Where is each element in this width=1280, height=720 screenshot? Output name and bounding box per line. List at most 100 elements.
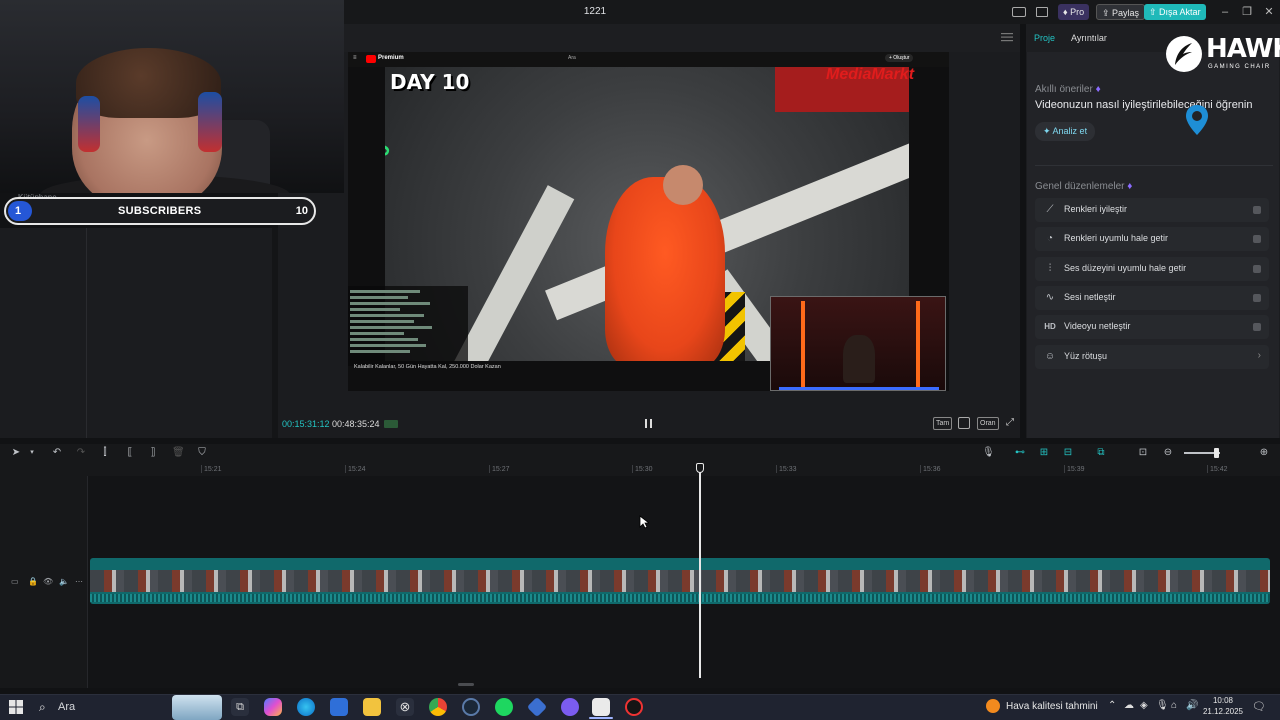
chevron-up-icon[interactable]: ⌃	[1108, 700, 1116, 711]
toggle-switch[interactable]	[1253, 294, 1261, 302]
location-pin-icon	[1186, 105, 1208, 135]
clock-time[interactable]: 10:08	[1205, 696, 1241, 705]
snapshot-icon[interactable]	[958, 417, 970, 429]
streamer-cam-inset	[770, 296, 946, 391]
pause-button[interactable]	[644, 418, 654, 429]
snap-icon[interactable]: ⊟	[1062, 447, 1074, 459]
pro-button[interactable]: ♦ Pro	[1058, 4, 1090, 20]
chevron-down-icon[interactable]: ▾	[26, 447, 38, 459]
network-icon[interactable]: ⌂	[1171, 700, 1177, 711]
maximize-icon[interactable]: ❐	[1236, 4, 1258, 20]
weather-icon[interactable]	[986, 699, 1000, 713]
toggle-switch[interactable]	[1253, 206, 1261, 214]
xbox-icon[interactable]: ⊗	[396, 698, 414, 716]
analyze-button[interactable]: ✦ Analiz et	[1035, 122, 1095, 141]
obs-icon[interactable]	[625, 698, 643, 716]
layout-icon[interactable]	[1012, 7, 1026, 17]
close-icon[interactable]: ✕	[1258, 4, 1280, 20]
taskbar-search[interactable]: Ara	[58, 701, 75, 713]
mail-icon[interactable]	[330, 698, 348, 716]
discord-icon[interactable]	[561, 698, 579, 716]
face-retouch-icon: ☺	[1044, 351, 1056, 362]
mouse-cursor-icon	[639, 515, 649, 529]
fullscreen-icon[interactable]: ⤢	[1006, 417, 1018, 429]
hawk-sub: GAMING CHAIR	[1208, 64, 1271, 70]
lock-icon[interactable]: 🔒	[28, 577, 38, 586]
copilot-icon[interactable]	[264, 698, 282, 716]
tab-details[interactable]: Ayrıntılar	[1071, 33, 1107, 43]
active-app-indicator	[589, 717, 613, 719]
edge-icon[interactable]	[297, 698, 315, 716]
trim-right-icon[interactable]: ⟧	[147, 447, 159, 459]
media-panel	[0, 228, 272, 438]
spotify-icon[interactable]	[495, 698, 513, 716]
file-explorer-icon[interactable]	[363, 698, 381, 716]
volume-sliders-icon: ⫶	[1048, 263, 1052, 274]
export-button[interactable]: ⇧ Dışa Aktar	[1144, 4, 1206, 20]
color-match-icon: ◔	[1046, 233, 1054, 244]
windows-start-icon[interactable]	[9, 700, 23, 714]
task-view-icon[interactable]: ⧉	[231, 698, 249, 716]
trim-left-icon[interactable]: ⟦	[124, 447, 136, 459]
item-match-volume[interactable]: ⫶ Ses düzeyini uyumlu hale getir	[1035, 257, 1269, 281]
item-face-retouch[interactable]: ☺ Yüz rötuşu ›	[1035, 345, 1269, 369]
speaker-icon[interactable]: 🔈	[59, 577, 69, 586]
toggle-switch[interactable]	[1253, 323, 1261, 331]
video-preview[interactable]: ≡ Premium Ara + Oluştur 0,000 DAY 10 Med…	[348, 52, 949, 391]
select-tool-icon[interactable]: ➤	[10, 447, 22, 459]
undo-icon[interactable]: ↶	[51, 447, 63, 459]
chrome-icon[interactable]	[429, 698, 447, 716]
tray-app-icon[interactable]: ◈	[1140, 700, 1148, 711]
day-label: DAY 10	[390, 70, 470, 94]
split-icon[interactable]: ⫿	[99, 447, 111, 459]
zoom-fit-icon[interactable]: ⊕	[1258, 447, 1270, 459]
shield-icon[interactable]: ⛉	[196, 447, 208, 459]
weather-label[interactable]: Hava kalitesi tahmini	[1006, 701, 1098, 712]
subscribers-count: 10	[295, 205, 308, 217]
link-clips-icon[interactable]: ⊷	[1014, 447, 1026, 459]
live-chat-overlay	[348, 286, 468, 366]
delete-icon[interactable]: 🗑	[172, 447, 185, 459]
playhead-handle[interactable]	[696, 463, 704, 473]
track-lock-icon[interactable]: ⧉	[1095, 447, 1107, 459]
search-icon[interactable]: ⌕	[39, 700, 46, 715]
redo-icon[interactable]: ↷	[75, 447, 87, 459]
total-time: 00:48:35:24	[332, 419, 380, 429]
panel-icon[interactable]	[1036, 7, 1048, 17]
window-title: 1221	[583, 6, 607, 17]
full-quality-button[interactable]: Tam	[933, 417, 953, 430]
toggle-switch[interactable]	[1253, 235, 1261, 243]
track-thumbnail-icon[interactable]: ▭	[11, 577, 19, 586]
timeline-scrollbar[interactable]	[458, 683, 474, 686]
share-button[interactable]: ⇪ Paylaş	[1096, 4, 1146, 20]
zoom-out-icon[interactable]: ⊖	[1162, 447, 1174, 459]
steam-icon[interactable]	[462, 698, 480, 716]
volume-icon[interactable]: 🔊	[1186, 700, 1198, 711]
ratio-button[interactable]: Oran	[977, 417, 999, 430]
tab-project[interactable]: Proje	[1034, 33, 1055, 43]
tray-cloud-icon[interactable]: ☁	[1124, 700, 1134, 711]
item-label: Renkleri iyileştir	[1064, 204, 1128, 214]
magnet-icon[interactable]: ⊞	[1038, 447, 1050, 459]
microphone-icon[interactable]: 🎙	[982, 447, 995, 459]
item-match-colors[interactable]: ◔ Renkleri uyumlu hale getir	[1035, 227, 1269, 251]
capcut-icon[interactable]	[592, 698, 610, 716]
zoom-slider-handle[interactable]	[1214, 448, 1219, 458]
notification-icon[interactable]: 🗨	[1252, 700, 1266, 713]
eye-icon[interactable]: 👁	[43, 577, 53, 586]
toggle-switch[interactable]	[1253, 265, 1261, 273]
subscribers-overlay: 1 SUBSCRIBERS 10	[4, 197, 316, 225]
clock-date[interactable]: 21.12.2025	[1201, 707, 1245, 716]
playhead[interactable]	[699, 468, 701, 678]
video-clip[interactable]	[90, 558, 1270, 604]
item-sharpen-video[interactable]: HD Videoyu netleştir	[1035, 315, 1269, 339]
microphone-tray-icon[interactable]: 🎙	[1156, 700, 1169, 711]
menu-icon[interactable]	[1000, 31, 1014, 43]
minimize-icon[interactable]: –	[1214, 4, 1236, 20]
preview-axis-icon[interactable]: ⊡	[1137, 447, 1149, 459]
item-clear-audio[interactable]: ∿ Sesi netleştir	[1035, 286, 1269, 310]
more-icon[interactable]: ⋯	[75, 577, 83, 586]
search-highlight-image[interactable]	[172, 695, 222, 720]
timeline-toolbar	[0, 444, 1280, 462]
item-enhance-colors[interactable]: ⟋ Renkleri iyileştir	[1035, 198, 1269, 222]
